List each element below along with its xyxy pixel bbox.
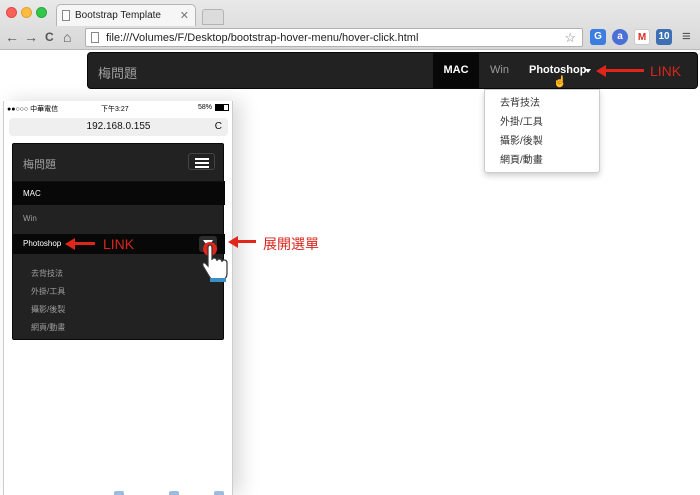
hamburger-menu-icon[interactable] — [188, 153, 215, 170]
battery-label: 58% — [198, 104, 213, 111]
dropdown-item[interactable]: 外掛/工具 — [485, 115, 599, 134]
mobile-submenu-item[interactable]: 網頁/動畫 — [31, 322, 65, 333]
close-tab-icon[interactable]: ✕ — [180, 9, 189, 22]
mobile-url-text: 192.168.0.155 — [86, 121, 151, 132]
battery-icon — [215, 104, 229, 111]
red-arrow-line — [236, 240, 256, 243]
back-button[interactable]: ← — [5, 29, 19, 45]
pointer-cursor-icon: ☝ — [553, 76, 567, 88]
bookmark-star-icon[interactable]: ☆ — [564, 30, 576, 46]
caret-down-icon — [585, 69, 591, 73]
minimize-window-button[interactable] — [21, 7, 32, 18]
url-text: file:///Volumes/F/Desktop/bootstrap-hove… — [106, 32, 419, 44]
page-icon — [62, 10, 70, 21]
expand-menu-annotation: 展開選單 — [263, 236, 319, 252]
link-annotation-mobile: LINK — [103, 236, 135, 252]
mobile-submenu-item[interactable]: 外掛/工具 — [31, 286, 65, 297]
tab-title: Bootstrap Template — [75, 10, 161, 21]
navbar-brand[interactable]: 梅問題 — [98, 63, 137, 82]
carrier-label: ●●○○○ 中華電信 — [7, 106, 59, 113]
red-arrow-line — [604, 69, 644, 72]
browser-tab[interactable]: Bootstrap Template ✕ — [56, 4, 196, 26]
link-annotation: LINK — [650, 63, 682, 79]
mobile-submenu-item[interactable]: 去背技法 — [31, 268, 63, 279]
extension-icon[interactable]: a — [612, 29, 628, 45]
mobile-address-bar[interactable]: 192.168.0.155 C — [9, 118, 228, 136]
screenshot-root: Bootstrap Template ✕ ← → C ⌂ file:///Vol… — [0, 0, 700, 495]
forward-button[interactable]: → — [24, 29, 38, 45]
maximize-window-button[interactable] — [36, 7, 47, 18]
status-bar: ●●○○○ 中華電信 下午3:27 58% — [4, 101, 234, 115]
page-icon — [91, 32, 99, 43]
mobile-navbar-brand[interactable]: 梅問題 — [23, 156, 56, 172]
address-bar[interactable]: file:///Volumes/F/Desktop/bootstrap-hove… — [85, 28, 583, 47]
new-tab-button[interactable] — [202, 9, 224, 25]
reload-icon[interactable]: C — [215, 118, 222, 136]
home-button[interactable]: ⌂ — [63, 29, 71, 45]
browser-chrome: Bootstrap Template ✕ ← → C ⌂ file:///Vol… — [0, 0, 700, 50]
mobile-submenu-item[interactable]: 攝影/後製 — [31, 304, 65, 315]
phone-mockup: ●●○○○ 中華電信 下午3:27 58% 192.168.0.155 C 梅問… — [3, 101, 233, 495]
nav-item-mac[interactable]: MAC — [433, 53, 479, 88]
close-window-button[interactable] — [6, 7, 17, 18]
browser-menu-icon[interactable]: ≡ — [682, 29, 691, 45]
gmail-icon[interactable]: M — [634, 29, 650, 45]
dropdown-item[interactable]: 攝影/後製 — [485, 134, 599, 153]
nav-item-win[interactable]: Win — [490, 64, 509, 76]
google-translate-icon[interactable]: G — [590, 29, 606, 45]
mobile-toolbar — [4, 487, 234, 495]
extension-badge-icon[interactable]: 10 — [656, 29, 672, 45]
mobile-nav-item-win[interactable]: Win — [23, 214, 37, 223]
clock-label: 下午3:27 — [101, 106, 129, 113]
red-arrow-line — [73, 242, 95, 245]
dropdown-item[interactable]: 網頁/動畫 — [485, 153, 599, 172]
reload-button[interactable]: C — [45, 29, 54, 45]
dropdown-item[interactable]: 去背技法 — [485, 96, 599, 115]
mobile-nav-item-mac[interactable]: MAC — [13, 181, 225, 205]
tap-hand-icon — [202, 242, 228, 282]
dropdown-menu: 去背技法 外掛/工具 攝影/後製 網頁/動畫 — [484, 89, 600, 173]
